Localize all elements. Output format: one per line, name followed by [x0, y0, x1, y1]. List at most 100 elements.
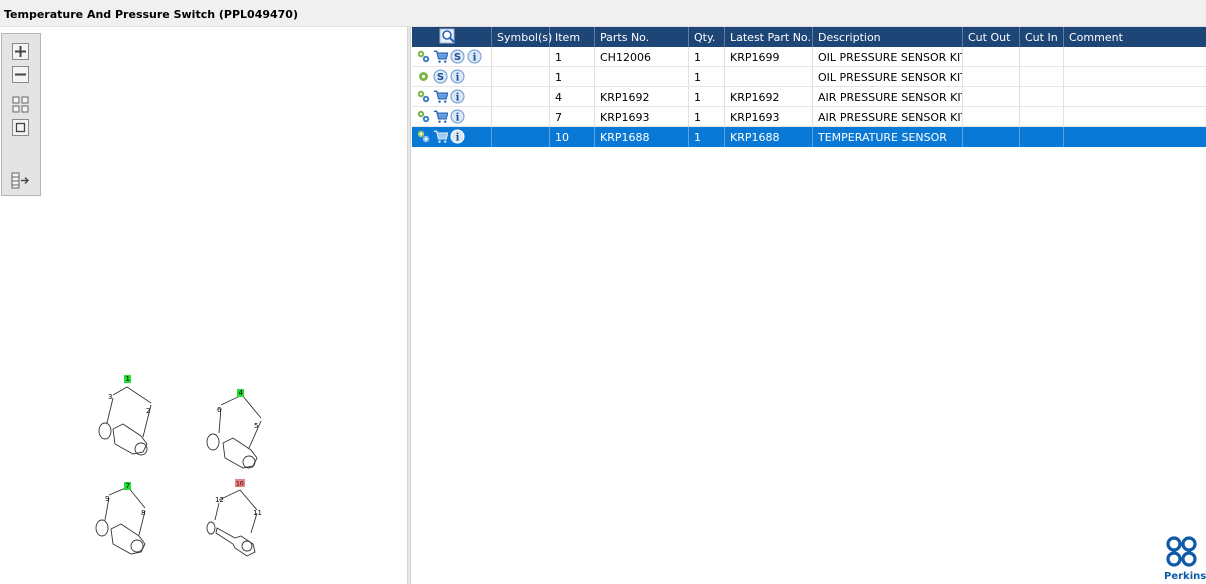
svg-text:i: i [456, 73, 460, 84]
cart-icon[interactable] [433, 129, 448, 144]
table-header: Symbol(s) Item Parts No. Qty. Latest Par… [412, 27, 1206, 47]
actual-size-icon [12, 118, 29, 136]
column-header-tools[interactable] [412, 27, 492, 47]
table-row[interactable]: i 7 KRP1693 1 KRP1693 AIR PRESSURE SENSO… [412, 107, 1206, 127]
illustration-pane[interactable]: 1 4 7 10 3 2 6 5 9 8 12 11 [0, 27, 407, 584]
svg-text:i: i [473, 53, 477, 64]
callout-4[interactable]: 4 [239, 389, 244, 397]
cell-comment [1064, 87, 1206, 107]
cell-latest-part-no: KRP1699 [725, 47, 813, 67]
cell-comment [1064, 67, 1206, 87]
info-icon[interactable]: i [467, 49, 482, 64]
column-header-cut-out[interactable]: Cut Out [963, 27, 1020, 47]
gears-icon[interactable] [416, 49, 431, 64]
s-badge-icon[interactable]: S [433, 69, 448, 84]
cell-symbols [492, 127, 550, 147]
cell-symbols [492, 47, 550, 67]
cell-parts-no [595, 67, 689, 87]
info-icon[interactable]: i [450, 109, 465, 124]
row-actions: i [412, 107, 492, 127]
gear-icon[interactable] [416, 69, 431, 84]
svg-text:S: S [454, 52, 461, 63]
parts-diagram[interactable]: 1 4 7 10 3 2 6 5 9 8 12 11 [85, 345, 285, 560]
gears-icon[interactable] [416, 89, 431, 104]
cell-item: 1 [550, 67, 595, 87]
column-header-item[interactable]: Item [550, 27, 595, 47]
callout-11: 11 [253, 509, 262, 517]
cell-cut-in [1020, 47, 1064, 67]
cell-cut-in [1020, 127, 1064, 147]
cell-parts-no: KRP1693 [595, 107, 689, 127]
callout-3: 3 [108, 393, 112, 401]
callout-6: 6 [217, 406, 222, 414]
cart-icon[interactable] [433, 89, 448, 104]
gears-icon[interactable] [416, 109, 431, 124]
callout-10[interactable]: 10 [236, 481, 244, 488]
callout-5: 5 [254, 422, 258, 430]
callout-8: 8 [141, 509, 145, 517]
actual-size-button[interactable] [11, 118, 30, 136]
column-header-latest-part-no[interactable]: Latest Part No. [725, 27, 813, 47]
cell-item: 4 [550, 87, 595, 107]
title-bar: Temperature And Pressure Switch (PPL0494… [0, 0, 1206, 27]
cart-icon[interactable] [433, 109, 448, 124]
column-header-parts-no[interactable]: Parts No. [595, 27, 689, 47]
cell-qty: 1 [689, 87, 725, 107]
pane-splitter[interactable] [407, 27, 411, 584]
callout-1[interactable]: 1 [126, 375, 130, 383]
callout-7[interactable]: 7 [126, 482, 130, 490]
column-header-cut-in[interactable]: Cut In [1020, 27, 1064, 47]
zoom-out-button[interactable] [11, 65, 30, 83]
column-header-qty[interactable]: Qty. [689, 27, 725, 47]
cell-cut-out [963, 47, 1020, 67]
cell-latest-part-no: KRP1692 [725, 87, 813, 107]
column-header-comment[interactable]: Comment [1064, 27, 1206, 47]
cell-description: AIR PRESSURE SENSOR KIT [813, 107, 963, 127]
fit-page-icon [12, 96, 29, 112]
cell-cut-out [963, 127, 1020, 147]
info-icon[interactable]: i [450, 89, 465, 104]
row-actions: S i [412, 47, 492, 67]
cell-cut-out [963, 67, 1020, 87]
cell-parts-no: KRP1688 [595, 127, 689, 147]
cell-description: AIR PRESSURE SENSOR KIT [813, 87, 963, 107]
zoom-in-icon [12, 42, 29, 60]
info-icon[interactable]: i [450, 69, 465, 84]
cell-cut-out [963, 87, 1020, 107]
svg-text:i: i [456, 133, 460, 144]
viewer-toolbar [1, 33, 41, 196]
cell-symbols [492, 67, 550, 87]
s-badge-icon[interactable]: S [450, 49, 465, 64]
table-row[interactable]: S i 1 CH12006 1 KRP1699 OIL PRESSURE SEN… [412, 47, 1206, 67]
cell-qty: 1 [689, 127, 725, 147]
cell-qty: 1 [689, 67, 725, 87]
fit-page-button[interactable] [11, 95, 30, 113]
table-row-selected[interactable]: i 10 KRP1688 1 KRP1688 TEMPERATURE SENSO… [412, 127, 1206, 147]
table-row[interactable]: S i 1 1 OIL PRESSURE SENSOR KIT [412, 67, 1206, 87]
cell-comment [1064, 127, 1206, 147]
row-actions: i [412, 127, 492, 147]
svg-text:i: i [456, 113, 460, 124]
cell-latest-part-no [725, 67, 813, 87]
info-icon[interactable]: i [450, 129, 465, 144]
cell-comment [1064, 47, 1206, 67]
column-header-description[interactable]: Description [813, 27, 963, 47]
export-icon [11, 172, 29, 188]
export-button[interactable] [11, 171, 30, 189]
callout-2: 2 [146, 407, 150, 415]
zoom-in-button[interactable] [11, 42, 30, 60]
callout-9: 9 [105, 495, 109, 503]
cart-icon[interactable] [433, 49, 448, 64]
gears-icon[interactable] [416, 129, 431, 144]
cell-description: TEMPERATURE SENSOR [813, 127, 963, 147]
cell-symbols [492, 107, 550, 127]
cell-cut-in [1020, 107, 1064, 127]
cell-item: 10 [550, 127, 595, 147]
column-header-symbols[interactable]: Symbol(s) [492, 27, 552, 47]
svg-text:S: S [437, 72, 444, 83]
table-row[interactable]: i 4 KRP1692 1 KRP1692 AIR PRESSURE SENSO… [412, 87, 1206, 107]
callout-12: 12 [215, 496, 224, 504]
row-actions: S i [412, 67, 492, 87]
cell-description: OIL PRESSURE SENSOR KIT [813, 47, 963, 67]
search-parts-icon [439, 28, 455, 44]
